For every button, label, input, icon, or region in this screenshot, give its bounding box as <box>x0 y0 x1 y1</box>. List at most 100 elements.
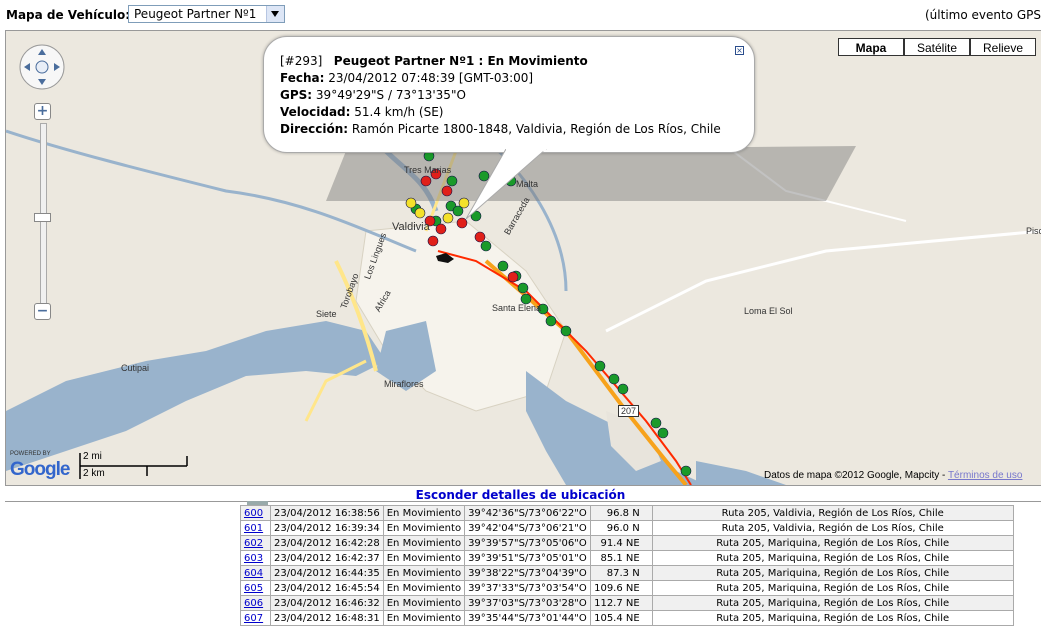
row-address: Ruta 205, Mariquina, Región de Los Ríos,… <box>651 535 1014 551</box>
zoom-out-button[interactable]: − <box>34 303 51 320</box>
row-status: En Movimiento <box>382 610 466 626</box>
zoom-in-button[interactable]: + <box>34 103 51 120</box>
map-label-pisc: Pisc <box>1026 226 1041 236</box>
row-date: 23/04/2012 16:48:31 <box>270 610 384 626</box>
close-icon[interactable]: × <box>735 46 744 55</box>
row-number-link[interactable]: 602 <box>240 535 271 551</box>
info-fecha: 23/04/2012 07:48:39 [GMT-03:00] <box>328 71 534 85</box>
row-gps: 39°39'57"S/73°05'06"O <box>464 535 591 551</box>
chevron-down-icon[interactable] <box>266 6 284 22</box>
row-gps: 39°42'04"S/73°06'21"O <box>464 520 591 536</box>
info-direccion-label: Dirección: <box>280 122 349 136</box>
maptype-button-satellite[interactable]: Satélite <box>904 38 970 56</box>
row-date: 23/04/2012 16:42:37 <box>270 550 384 566</box>
pan-control[interactable] <box>18 43 68 93</box>
row-address: Ruta 205, Mariquina, Región de Los Ríos,… <box>651 580 1014 596</box>
row-speed: 96.8 N <box>589 505 653 521</box>
row-date: 23/04/2012 16:44:35 <box>270 565 384 581</box>
row-address: Ruta 205, Valdivia, Región de Los Ríos, … <box>651 520 1014 536</box>
map-label-siete: Siete <box>316 309 337 319</box>
divider <box>5 501 1041 502</box>
table-row: 604 23/04/2012 16:44:35 En Movimiento 39°38… <box>240 565 1014 581</box>
map-label-cutipai: Cutipai <box>121 363 150 373</box>
row-number-link[interactable]: 603 <box>240 550 271 566</box>
info-vehicle-status: Peugeot Partner Nº1 : En Movimiento <box>333 54 588 68</box>
row-date: 23/04/2012 16:38:56 <box>270 505 384 521</box>
row-speed: 85.1 NE <box>589 550 653 566</box>
row-number-link[interactable]: 600 <box>240 505 271 521</box>
row-number-link[interactable]: 604 <box>240 565 271 581</box>
table-row: 600 23/04/2012 16:38:56 En Movimiento 39°42… <box>240 505 1014 521</box>
row-gps: 39°37'33"S/73°03'54"O <box>464 580 591 596</box>
scale-bar <box>79 453 188 479</box>
row-address: Ruta 205, Mariquina, Región de Los Ríos,… <box>651 550 1014 566</box>
row-number-link[interactable]: 605 <box>240 580 271 596</box>
map-scale: 2 mi 2 km <box>79 451 189 481</box>
info-fecha-label: Fecha: <box>280 71 325 85</box>
row-gps: 39°35'44"S/73°01'44"O <box>464 610 591 626</box>
top-bar: Mapa de Vehículo: Peugeot Partner Nº1 (ú… <box>0 0 1041 30</box>
google-logo-text: Google <box>10 459 70 480</box>
route-shield: 207 <box>618 405 640 417</box>
map-label-loma-el-sol: Loma El Sol <box>744 306 793 316</box>
row-address: Ruta 205, Mariquina, Región de Los Ríos,… <box>651 595 1014 611</box>
row-speed: 109.6 NE <box>589 580 653 596</box>
table-row: 605 23/04/2012 16:45:54 En Movimiento 39°37… <box>240 580 1014 596</box>
map-attribution: Datos de mapa ©2012 Google, Mapcity - Té… <box>764 470 1022 481</box>
info-direccion: Ramón Picarte 1800-1848, Valdivia, Regió… <box>351 122 721 136</box>
row-date: 23/04/2012 16:42:28 <box>270 535 384 551</box>
row-address: Ruta 205, Valdivia, Región de Los Ríos, … <box>651 505 1014 521</box>
row-speed: 96.0 N <box>589 520 653 536</box>
pan-arrows-icon[interactable] <box>18 43 68 93</box>
row-date: 23/04/2012 16:45:54 <box>270 580 384 596</box>
divider <box>5 485 1041 486</box>
row-gps: 39°42'36"S/73°06'22"O <box>464 505 591 521</box>
vehicle-select[interactable]: Peugeot Partner Nº1 <box>128 5 285 23</box>
row-date: 23/04/2012 16:46:32 <box>270 595 384 611</box>
map-label-valdivia: Valdivia <box>392 221 430 233</box>
last-event-text: (último evento GPS <box>925 8 1041 22</box>
vehicle-selector-label: Mapa de Vehículo: <box>6 8 131 22</box>
row-speed: 105.4 NE <box>589 610 653 626</box>
location-log-table: 600 23/04/2012 16:38:56 En Movimiento 39°42… <box>240 505 1014 626</box>
row-address: Ruta 205, Mariquina, Región de Los Ríos,… <box>651 565 1014 581</box>
row-number-link[interactable]: 606 <box>240 595 271 611</box>
row-status: En Movimiento <box>382 580 466 596</box>
row-speed: 91.4 NE <box>589 535 653 551</box>
row-speed: 87.3 N <box>589 565 653 581</box>
map-label-tres-marias: Tres Marias <box>404 165 452 175</box>
map-label-miraflores: Miraflores <box>384 379 424 389</box>
row-status: En Movimiento <box>382 565 466 581</box>
maptype-button-map[interactable]: Mapa <box>838 38 904 56</box>
row-gps: 39°39'51"S/73°05'01"O <box>464 550 591 566</box>
row-date: 23/04/2012 16:39:34 <box>270 520 384 536</box>
table-row: 602 23/04/2012 16:42:28 En Movimiento 39°39… <box>240 535 1014 551</box>
map-label-santa-elena: Santa Elena <box>492 303 542 313</box>
info-velocidad-label: Velocidad: <box>280 105 351 119</box>
info-id: [#293] <box>280 54 323 68</box>
table-row: 607 23/04/2012 16:48:31 En Movimiento 39°35… <box>240 610 1014 626</box>
powered-by-text: POWERED BY <box>10 451 51 457</box>
info-gps: 39°49'29"S / 73°13'35"O <box>315 88 466 102</box>
terms-link[interactable]: Términos de uso <box>948 470 1022 481</box>
info-window: × [#293] Peugeot Partner Nº1 : En Movimi… <box>263 36 755 153</box>
google-logo[interactable]: POWERED BY Google <box>10 451 76 481</box>
toggle-details-link[interactable]: Esconder detalles de ubicación <box>0 488 1041 502</box>
row-number-link[interactable]: 601 <box>240 520 271 536</box>
table-row: 603 23/04/2012 16:42:37 En Movimiento 39°39… <box>240 550 1014 566</box>
zoom-slider-thumb[interactable] <box>34 213 51 222</box>
row-status: En Movimiento <box>382 595 466 611</box>
info-velocidad: 51.4 km/h (SE) <box>354 105 444 119</box>
map-canvas[interactable]: + − Mapa Satélite Relieve Valdivia Tres … <box>5 30 1041 485</box>
row-status: En Movimiento <box>382 550 466 566</box>
maptype-button-terrain[interactable]: Relieve <box>970 38 1036 56</box>
table-row: 601 23/04/2012 16:39:34 En Movimiento 39°42… <box>240 520 1014 536</box>
zoom-control[interactable]: + − <box>34 103 52 325</box>
row-speed: 112.7 NE <box>589 595 653 611</box>
vehicle-select-value: Peugeot Partner Nº1 <box>134 7 257 21</box>
zoom-slider-rail[interactable] <box>34 123 51 305</box>
row-gps: 39°37'03"S/73°03'28"O <box>464 595 591 611</box>
info-window-pointer <box>466 149 547 219</box>
row-status: En Movimiento <box>382 520 466 536</box>
row-number-link[interactable]: 607 <box>240 610 271 626</box>
